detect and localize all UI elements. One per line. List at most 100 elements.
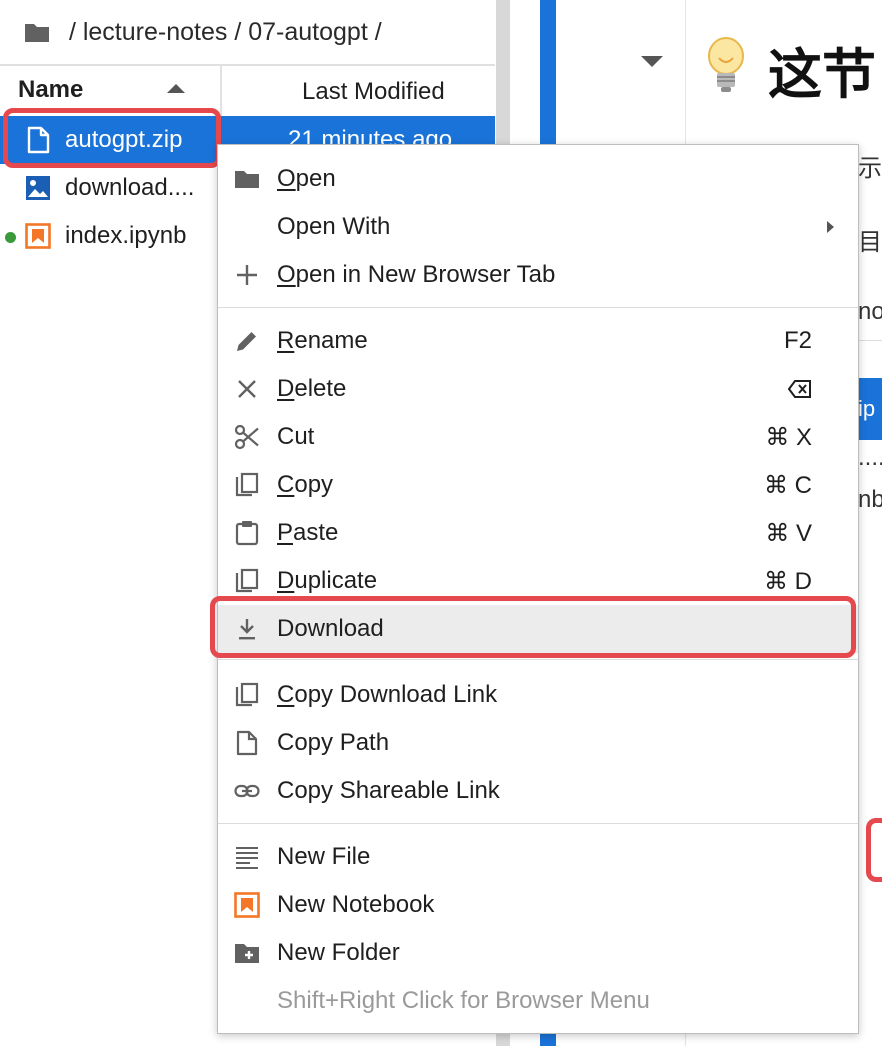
mnemonic-letter: D xyxy=(277,567,295,594)
mnemonic-letter: O xyxy=(277,261,296,288)
selection-highlight-box xyxy=(3,108,221,168)
scissors-icon xyxy=(234,424,259,450)
label-text: opy xyxy=(294,471,334,498)
lightbulb-icon xyxy=(708,37,744,92)
menu-item-label: New File xyxy=(277,843,371,870)
sort-ascending-icon[interactable] xyxy=(167,84,185,93)
duplicate-icon xyxy=(235,568,259,593)
text-file-icon xyxy=(236,847,258,869)
copy-icon xyxy=(235,472,259,497)
copy-icon xyxy=(235,682,259,707)
notebook-text-fragment: nb xyxy=(858,486,882,513)
column-header-name[interactable]: Name xyxy=(18,76,83,104)
shortcut-label: ⌘ X xyxy=(765,424,812,451)
mnemonic-letter: C xyxy=(277,681,295,708)
label-text: uplicate xyxy=(294,567,378,594)
breadcrumb-separator: / xyxy=(227,17,249,46)
column-header-last-modified[interactable]: Last Modified xyxy=(302,78,445,106)
menu-item-copy-path[interactable]: Copy Path xyxy=(218,719,858,767)
menu-item-copy-download-link[interactable]: Copy Download Link xyxy=(218,671,858,719)
menu-item-new-folder[interactable]: New Folder xyxy=(218,929,858,977)
breadcrumb-separator: / xyxy=(62,17,83,46)
folder-icon[interactable] xyxy=(24,21,50,43)
label-text: elete xyxy=(294,375,347,402)
mnemonic-letter: C xyxy=(277,471,295,498)
image-icon xyxy=(26,176,50,200)
breadcrumb: / lecture-notes / 07-autogpt / xyxy=(24,12,382,52)
backspace-key-icon xyxy=(788,380,811,398)
chevron-right-icon xyxy=(827,221,834,233)
notebook-text-fragment: 目 xyxy=(858,229,882,256)
context-menu: Open Open With Open in New Browser Tab R… xyxy=(217,144,859,1034)
label-text: ename xyxy=(294,327,368,354)
clipboard-icon xyxy=(235,521,259,546)
menu-separator xyxy=(218,659,858,660)
shortcut-label: ⌘ C xyxy=(764,472,812,499)
mnemonic-letter: P xyxy=(277,519,294,546)
pencil-icon xyxy=(237,332,256,351)
menu-item-label: Delete xyxy=(277,375,346,403)
header-divider xyxy=(0,64,495,66)
menu-item-label: New Folder xyxy=(277,939,400,966)
close-icon xyxy=(238,380,256,398)
menu-separator xyxy=(218,823,858,824)
file-icon xyxy=(236,730,258,756)
breadcrumb-07-autogpt[interactable]: 07-autogpt xyxy=(248,18,368,47)
menu-item-open-with[interactable]: Open With xyxy=(218,203,858,251)
mnemonic-letter: O xyxy=(277,165,296,192)
notebook-text-fragment: .... xyxy=(858,444,882,471)
menu-item-label: Copy Path xyxy=(277,729,390,756)
label-text: opy Download Link xyxy=(294,681,498,708)
menu-item-delete[interactable]: Delete xyxy=(218,365,858,413)
menu-item-label: New Notebook xyxy=(277,891,435,918)
menu-item-label: Cut xyxy=(277,423,315,450)
menu-item-rename[interactable]: Rename F2 xyxy=(218,317,858,365)
notebook-text-fragment: 示 xyxy=(858,155,882,182)
menu-separator xyxy=(218,307,858,308)
plus-icon xyxy=(237,265,257,285)
mnemonic-letter: D xyxy=(277,375,295,402)
menu-item-label: Open xyxy=(277,165,336,193)
link-icon xyxy=(234,784,260,798)
notebook-image-selected-row: ip xyxy=(858,378,882,440)
menu-item-label: Copy Shareable Link xyxy=(277,777,500,804)
shortcut-label: F2 xyxy=(783,327,812,354)
folder-icon xyxy=(235,171,259,188)
menu-item-label: Paste xyxy=(277,519,338,547)
notebook-text-fragment: no xyxy=(858,298,882,325)
breadcrumb-separator: / xyxy=(367,17,382,46)
notebook-text-fragment: ip xyxy=(858,396,876,421)
menu-hint-browser-menu: Shift+Right Click for Browser Menu xyxy=(218,977,858,1025)
label-text: pen xyxy=(295,165,336,192)
menu-item-new-file[interactable]: New File xyxy=(218,833,858,881)
new-folder-icon xyxy=(235,944,259,963)
label-text: pen in New Browser Tab xyxy=(295,261,556,288)
shortcut-label: ⌘ V xyxy=(765,520,812,547)
menu-item-cut[interactable]: Cut ⌘ X xyxy=(218,413,858,461)
notebook-divider xyxy=(858,340,882,341)
file-name: index.ipynb xyxy=(65,222,187,249)
menu-item-label: Open With xyxy=(277,213,391,240)
menu-item-paste[interactable]: Paste ⌘ V xyxy=(218,509,858,557)
menu-item-copy[interactable]: Copy ⌘ C xyxy=(218,461,858,509)
menu-item-open-new-tab[interactable]: Open in New Browser Tab xyxy=(218,251,858,299)
column-resize-handle[interactable] xyxy=(220,66,222,116)
menu-item-label: Shift+Right Click for Browser Menu xyxy=(277,987,650,1014)
label-text: aste xyxy=(293,519,339,546)
chevron-down-icon[interactable] xyxy=(641,56,663,67)
file-name: download.... xyxy=(65,174,195,201)
menu-item-label: Copy Download Link xyxy=(277,681,497,709)
download-highlight-box xyxy=(210,596,856,658)
menu-item-label: Duplicate xyxy=(277,567,377,595)
menu-item-open[interactable]: Open xyxy=(218,155,858,203)
notebook-icon xyxy=(25,223,51,249)
menu-item-label: Open in New Browser Tab xyxy=(277,261,555,289)
menu-item-label: Rename xyxy=(277,327,368,355)
breadcrumb-lecture-notes[interactable]: lecture-notes xyxy=(83,18,228,47)
shortcut-label: ⌘ D xyxy=(764,568,812,595)
menu-item-new-notebook[interactable]: New Notebook xyxy=(218,881,858,929)
mnemonic-letter: R xyxy=(277,327,295,354)
notebook-icon xyxy=(234,892,260,918)
notebook-heading: 这节 xyxy=(768,45,876,105)
menu-item-copy-shareable-link[interactable]: Copy Shareable Link xyxy=(218,767,858,815)
